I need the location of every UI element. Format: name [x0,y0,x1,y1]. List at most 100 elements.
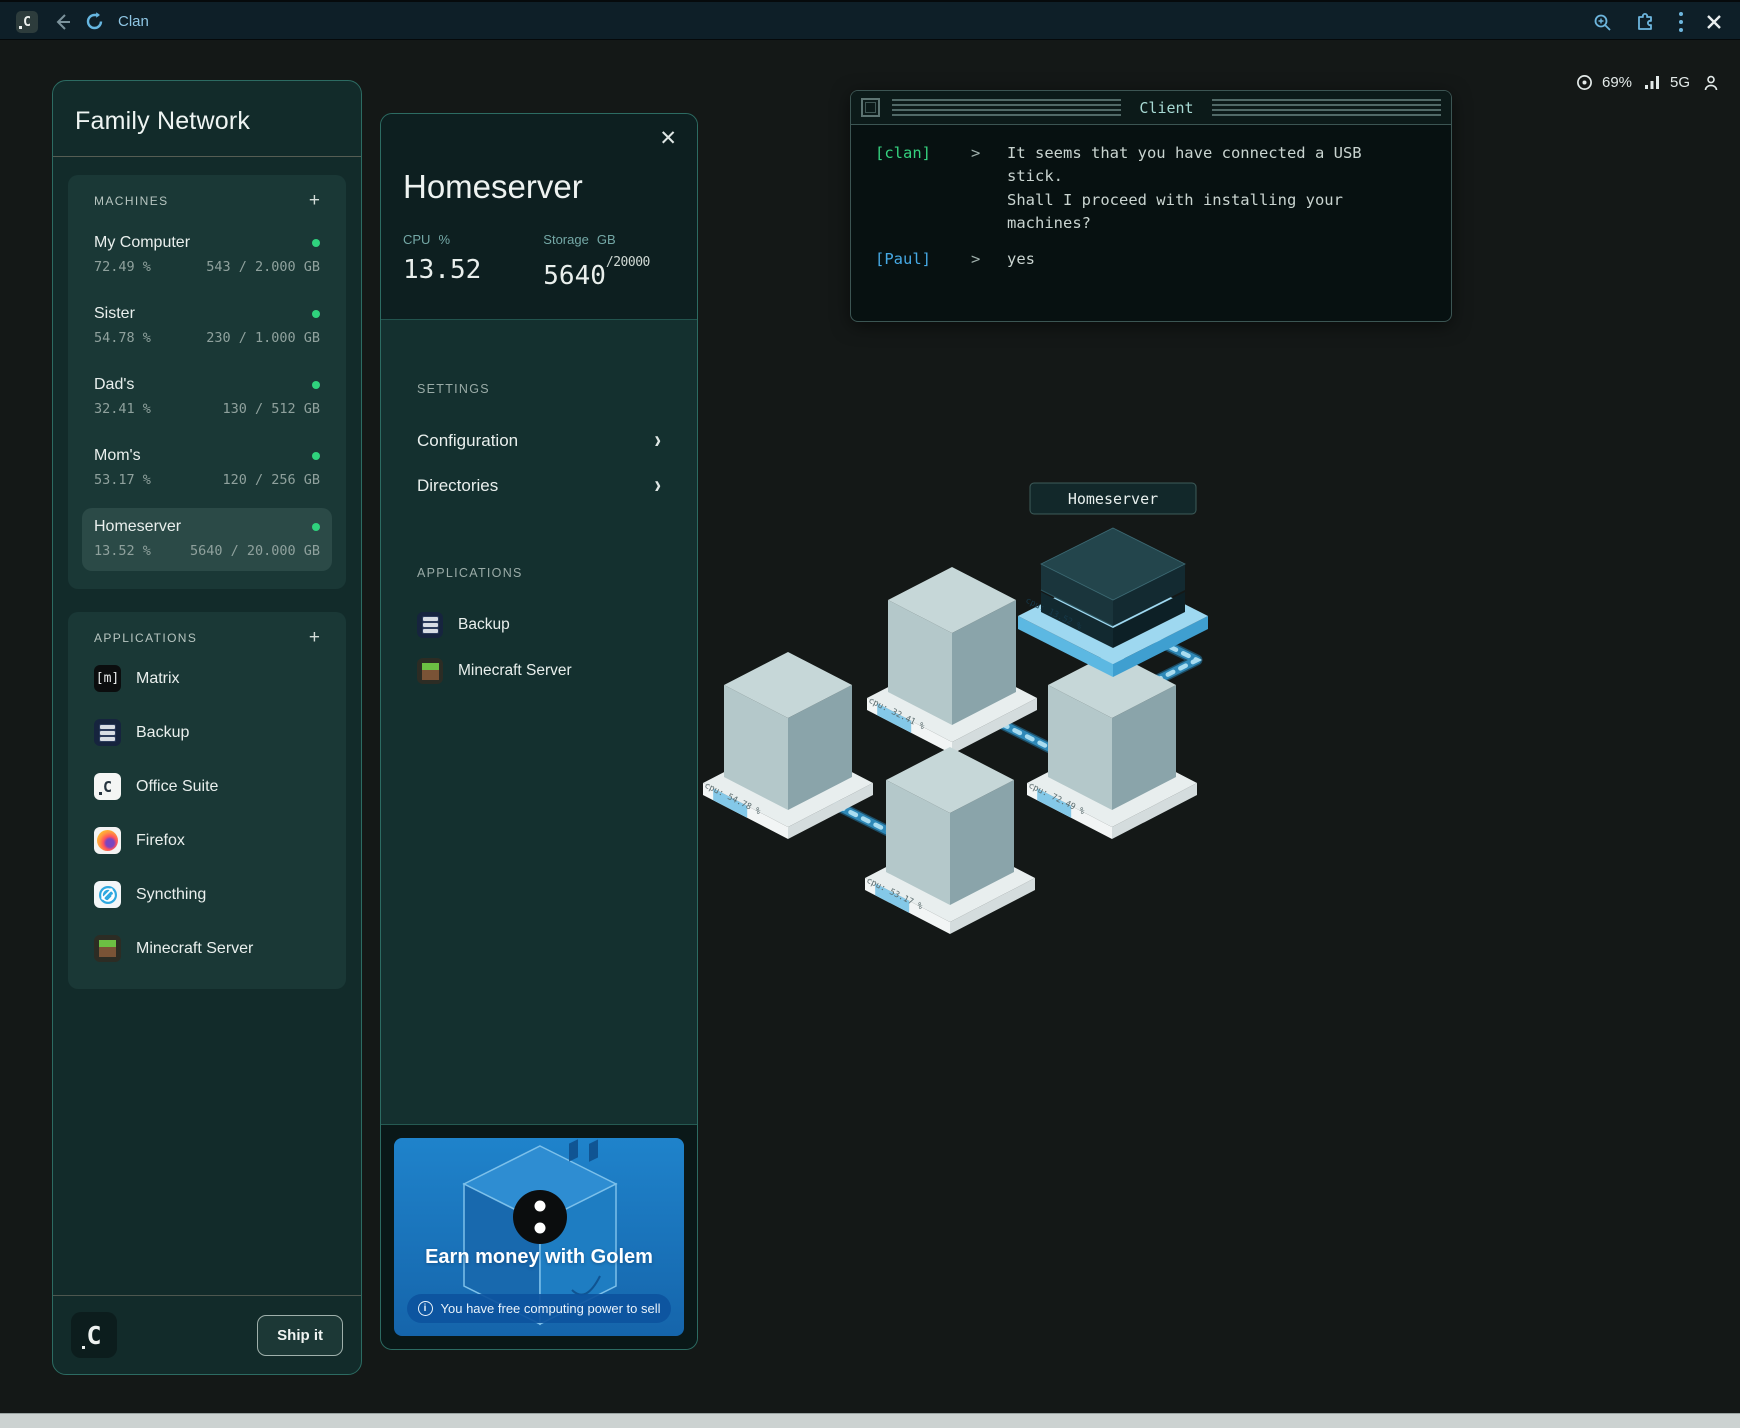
applications-header: APPLICATIONS [94,631,197,645]
detail-footer: Earn money with Golem i You have free co… [381,1124,697,1349]
clan-logo-icon: C [16,11,38,33]
machine-name: My Computer [94,234,190,252]
titlebar-stripes [1212,99,1441,116]
close-icon[interactable]: ✕ [659,128,677,149]
prompt-char: > [971,248,1007,271]
machine-my-computer[interactable]: cpu: 72.49 % [1027,652,1197,839]
ship-it-button[interactable]: Ship it [257,1315,343,1356]
network-type: 5G [1670,74,1690,91]
machine-name: Dad's [94,376,134,394]
machines-card: MACHINES + My Computer 72.49 % 543 / 2.000… [68,175,346,589]
terminal-line: Shall I proceed with installing your [1007,189,1362,212]
machine-item[interactable]: Dad's 32.41 % 130 / 512 GB [82,366,332,429]
online-status-dot [312,523,320,531]
family-network-panel: Family Network MACHINES + My Computer 72.… [52,80,362,1375]
machine-storage: 5640 / 20.000 GB [190,543,320,559]
tab-title: Clan [118,13,149,30]
reload-icon[interactable] [84,11,105,32]
minecraft-icon [417,658,443,684]
matrix-icon: [m] [94,665,121,692]
machines-list: My Computer 72.49 % 543 / 2.000 GB Sister 54… [82,224,332,571]
terminal-output: [clan]>It seems that you have connected … [851,125,1451,301]
add-machine-button[interactable]: + [309,191,320,210]
storage-metric: StorageGB 5640/20000 [543,232,650,291]
status-cluster: 69% 5G [1576,74,1719,91]
window-bottom-edge [0,1413,1740,1428]
application-name: Firefox [136,832,185,850]
page-title: Family Network [75,107,339,136]
application-name: Minecraft Server [136,940,253,958]
speaker-label: [Paul] [875,248,971,271]
application-item-firefox[interactable]: Firefox [82,823,332,858]
machine-cpu: 72.49 % [94,259,151,275]
machine-cpu: 13.52 % [94,543,151,559]
terminal-line: yes [1007,248,1035,271]
terminal-message: [clan]>It seems that you have connected … [875,142,1427,235]
menu-kebab-icon[interactable] [1678,11,1684,33]
power-icon [1576,74,1593,91]
minecraft-icon [94,935,121,962]
machine-item[interactable]: Sister 54.78 % 230 / 1.000 GB [82,295,332,358]
detail-title: Homeserver [403,168,675,206]
online-status-dot [312,381,320,389]
application-name: Backup [136,724,189,742]
office-icon: C [94,773,121,800]
divider [53,156,361,157]
terminal-line: machines? [1007,212,1362,235]
settings-header: SETTINGS [417,382,661,396]
client-terminal-window: Client [clan]>It seems that you have con… [850,90,1452,322]
network-scene: cpu: 54.78 %cpu: 32.41 %cpu: 72.49 %cpu:… [600,420,1250,950]
storage-value: 5640/20000 [543,255,650,291]
application-item-backup[interactable]: Backup [82,715,332,750]
application-item-syncthing[interactable]: Syncthing [82,877,332,912]
terminal-titlebar[interactable]: Client [851,91,1451,125]
machine-name: Sister [94,305,135,323]
cpu-value: 13.52 [403,255,481,285]
browser-topbar: C Clan [0,0,1740,40]
golem-banner-note: i You have free computing power to sell [407,1294,671,1323]
backup-icon [417,612,443,638]
online-status-dot [312,452,320,460]
golem-banner[interactable]: Earn money with Golem i You have free co… [394,1138,684,1336]
machine-item[interactable]: My Computer 72.49 % 543 / 2.000 GB [82,224,332,287]
window-checkbox-icon[interactable] [861,98,880,117]
node-tooltip: Homeserver [1030,483,1196,514]
prompt-char: > [971,142,1007,235]
svg-text:Homeserver: Homeserver [1068,490,1158,508]
titlebar-stripes [892,99,1121,116]
machine-cpu: 32.41 % [94,401,151,417]
application-item-minecraft[interactable]: Minecraft Server [82,931,332,966]
machine-name: Mom's [94,447,141,465]
machines-header: MACHINES [94,194,169,208]
golem-banner-title: Earn money with Golem [394,1246,684,1269]
cpu-metric: CPU% 13.52 [403,232,481,291]
machine-cpu: 53.17 % [94,472,151,488]
user-icon[interactable] [1703,75,1719,91]
machine-cpu: 54.78 % [94,330,151,346]
add-application-button[interactable]: + [309,628,320,647]
terminal-title: Client [1133,99,1199,117]
zoom-icon[interactable] [1593,13,1612,32]
machine-storage: 543 / 2.000 GB [206,259,320,275]
firefox-icon [94,827,121,854]
detail-header: ✕ Homeserver CPU% 13.52 StorageGB 5640/2… [381,114,697,320]
applications-card: APPLICATIONS + [m]Matrix Backup COffice Su… [68,612,346,989]
machine-storage: 120 / 256 GB [222,472,320,488]
speaker-label: [clan] [875,142,971,235]
syncthing-icon [94,881,121,908]
machine-storage: 230 / 1.000 GB [206,330,320,346]
terminal-line: It seems that you have connected a USB [1007,142,1362,165]
machine-moms[interactable]: cpu: 53.17 % [865,747,1035,934]
backup-icon [94,719,121,746]
close-window-icon[interactable] [1706,14,1722,30]
machine-item[interactable]: Homeserver13.52 %5640 / 20.000 GB [82,508,332,571]
application-item-matrix[interactable]: [m]Matrix [82,661,332,696]
machine-item[interactable]: Mom's 53.17 % 120 / 256 GB [82,437,332,500]
extensions-icon[interactable] [1634,11,1656,33]
back-icon[interactable] [52,12,72,32]
machine-storage: 130 / 512 GB [222,401,320,417]
application-name: Minecraft Server [458,662,572,680]
application-item-office[interactable]: COffice Suite [82,769,332,804]
battery-percent: 69% [1602,74,1632,91]
terminal-message: [Paul]>yes [875,248,1427,271]
